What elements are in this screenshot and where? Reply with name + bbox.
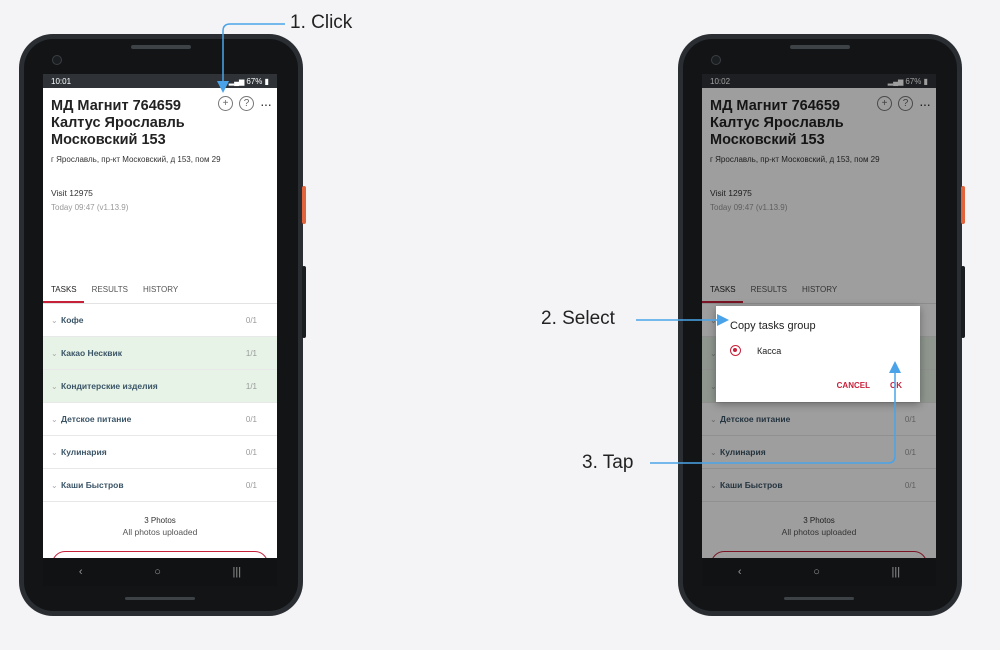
annotation-step2: 2. Select: [541, 308, 615, 329]
annotation-step3: 3. Tap: [582, 452, 634, 473]
arrow-step1: [217, 23, 285, 93]
arrow-step3: [650, 361, 901, 464]
annotation-arrows: [217, 23, 901, 464]
annotation-step1: 1. Click: [290, 12, 353, 33]
